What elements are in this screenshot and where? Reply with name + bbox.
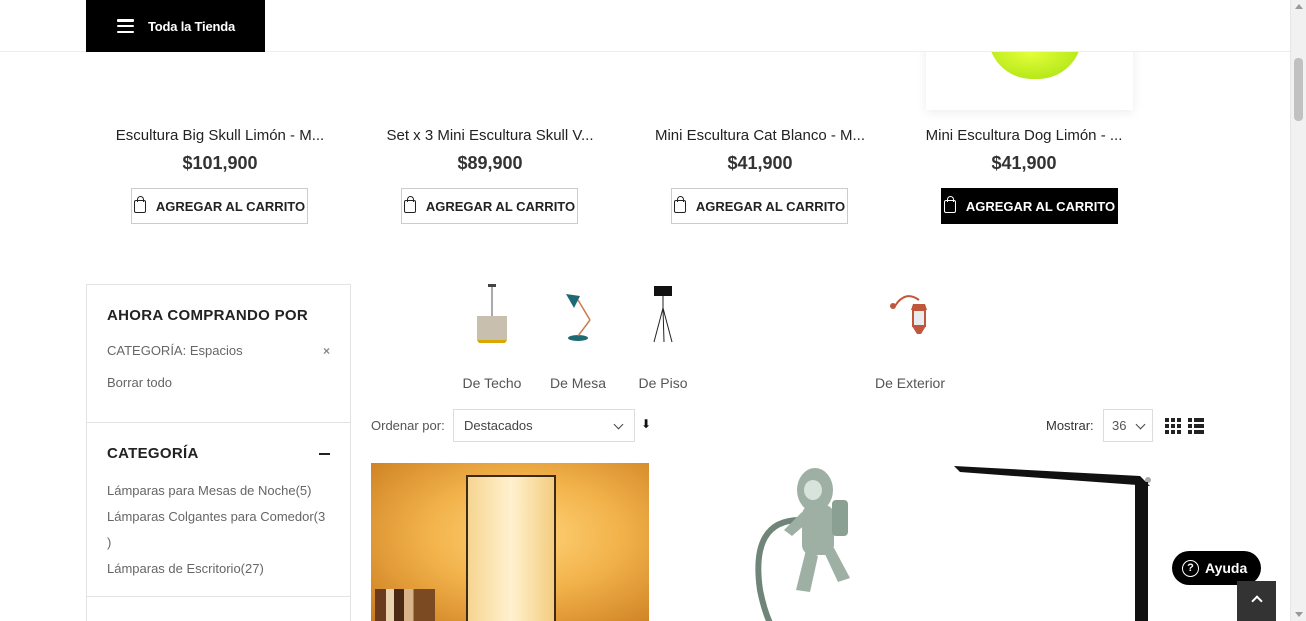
add-to-cart-label: AGREGAR AL CARRITO <box>155 198 306 214</box>
add-to-cart-label: AGREGAR AL CARRITO <box>695 198 846 214</box>
product-image-table-lamp[interactable] <box>371 463 649 621</box>
grid-view-icon[interactable] <box>1165 418 1181 434</box>
now-shopping-block: AHORA COMPRANDO POR CATEGORÍA: Espacios … <box>87 285 350 423</box>
chevron-down-icon <box>613 419 624 430</box>
add-to-cart-button[interactable]: AGREGAR AL CARRITO <box>941 188 1118 224</box>
shopping-bag-icon <box>133 195 146 213</box>
product-card: Mini Escultura Dog Limón - ... $41,900 <box>889 127 1159 174</box>
category-title: CATEGORÍA <box>107 445 199 462</box>
product-name[interactable]: Mini Escultura Cat Blanco - M... <box>625 127 895 147</box>
remove-filter-icon[interactable]: × <box>323 344 330 358</box>
product-name[interactable]: Escultura Big Skull Limón - M... <box>85 127 355 147</box>
desk-lamp-icon <box>566 294 591 341</box>
add-to-cart-label: AGREGAR AL CARRITO <box>425 198 576 214</box>
category-item-continuation[interactable]: ) <box>107 530 330 556</box>
product-card: Mini Escultura Cat Blanco - M... $41,900 <box>625 127 895 174</box>
collapse-icon[interactable] <box>319 452 330 455</box>
product-image-desk-lamp-black[interactable] <box>950 460 1165 621</box>
category-item[interactable]: Lámparas Colgantes para Comedor(3 <box>107 504 330 530</box>
site-header: Toda la Tienda <box>0 0 1290 52</box>
active-filter: CATEGORÍA: Espacios × <box>107 343 330 358</box>
shopping-bag-icon <box>673 195 686 213</box>
product-card: Escultura Big Skull Limón - M... $101,90… <box>85 127 355 174</box>
sort-label: Ordenar por: <box>371 418 445 433</box>
hamburger-icon <box>117 19 134 33</box>
scroll-down-arrow-icon[interactable] <box>1295 612 1303 617</box>
add-to-cart-button[interactable]: AGREGAR AL CARRITO <box>671 188 848 224</box>
subcategory-label: De Techo <box>462 375 522 391</box>
help-button[interactable]: ? Ayuda <box>1172 551 1261 585</box>
sort-select[interactable]: Destacados <box>453 409 635 442</box>
product-name[interactable]: Mini Escultura Dog Limón - ... <box>889 127 1159 147</box>
category-item[interactable]: Lámparas de Escritorio(27) <box>107 556 330 582</box>
category-block: CATEGORÍA Lámparas para Mesas de Noche(5… <box>87 423 350 597</box>
product-price: $89,900 <box>457 153 523 173</box>
limit-value: 36 <box>1112 418 1127 433</box>
all-store-menu-button[interactable]: Toda la Tienda <box>86 0 265 52</box>
filter-sidebar: AHORA COMPRANDO POR CATEGORÍA: Espacios … <box>86 284 351 621</box>
lamp-shade <box>466 475 556 621</box>
pendant-lamp-icon <box>477 284 507 343</box>
back-to-top-button[interactable] <box>1237 581 1276 621</box>
category-item[interactable]: Lámparas para Mesas de Noche(5) <box>107 478 330 504</box>
add-to-cart-button[interactable]: AGREGAR AL CARRITO <box>131 188 308 224</box>
product-card: Set x 3 Mini Escultura Skull V... $89,90… <box>355 127 625 174</box>
category-list: Lámparas para Mesas de Noche(5) Lámparas… <box>107 478 330 582</box>
product-price: $41,900 <box>991 153 1057 173</box>
product-price: $41,900 <box>727 153 793 173</box>
limit-select[interactable]: 36 <box>1103 409 1153 442</box>
show-label: Mostrar: <box>1046 418 1094 433</box>
scroll-up-arrow-icon[interactable] <box>1295 4 1303 9</box>
scrollbar-thumb[interactable] <box>1294 58 1303 121</box>
subcategory-label: De Piso <box>638 375 688 391</box>
product-price: $101,900 <box>182 153 258 173</box>
shopping-bag-icon <box>943 195 956 213</box>
category-header[interactable]: CATEGORÍA <box>107 445 330 462</box>
subcategory-de-piso[interactable]: De Piso <box>622 282 704 394</box>
clear-all-link[interactable]: Borrar todo <box>107 375 330 390</box>
wall-lantern-icon <box>890 295 927 334</box>
subcategory-de-exterior[interactable]: De Exterior <box>860 282 960 394</box>
list-view-icon[interactable] <box>1188 418 1204 434</box>
chevron-down-icon <box>1135 419 1146 430</box>
chevron-up-icon <box>1250 595 1263 607</box>
subcategory-label: De Exterior <box>874 375 946 391</box>
product-name[interactable]: Set x 3 Mini Escultura Skull V... <box>355 127 625 147</box>
subcategory-de-techo[interactable]: De Techo <box>452 282 532 394</box>
page: Escultura Big Skull Limón - M... $101,90… <box>0 0 1306 621</box>
help-label: Ayuda <box>1205 560 1248 576</box>
now-shopping-title: AHORA COMPRANDO POR <box>107 307 308 324</box>
add-to-cart-button[interactable]: AGREGAR AL CARRITO <box>401 188 578 224</box>
add-to-cart-label: AGREGAR AL CARRITO <box>965 198 1116 214</box>
help-icon: ? <box>1182 559 1199 577</box>
menu-label: Toda la Tienda <box>148 18 236 34</box>
floor-lamp-icon <box>653 286 673 343</box>
sort-value: Destacados <box>464 418 533 433</box>
sort-direction-icon[interactable]: ⬇ <box>641 417 651 431</box>
books-decor <box>375 589 435 621</box>
product-image-astronaut-lamp[interactable] <box>740 460 870 621</box>
shopping-bag-icon <box>403 195 416 213</box>
active-filter-label: CATEGORÍA: Espacios <box>107 343 243 358</box>
page-scrollbar[interactable] <box>1290 0 1306 621</box>
subcategory-de-mesa[interactable]: De Mesa <box>538 282 618 394</box>
subcategory-label: De Mesa <box>549 375 607 391</box>
